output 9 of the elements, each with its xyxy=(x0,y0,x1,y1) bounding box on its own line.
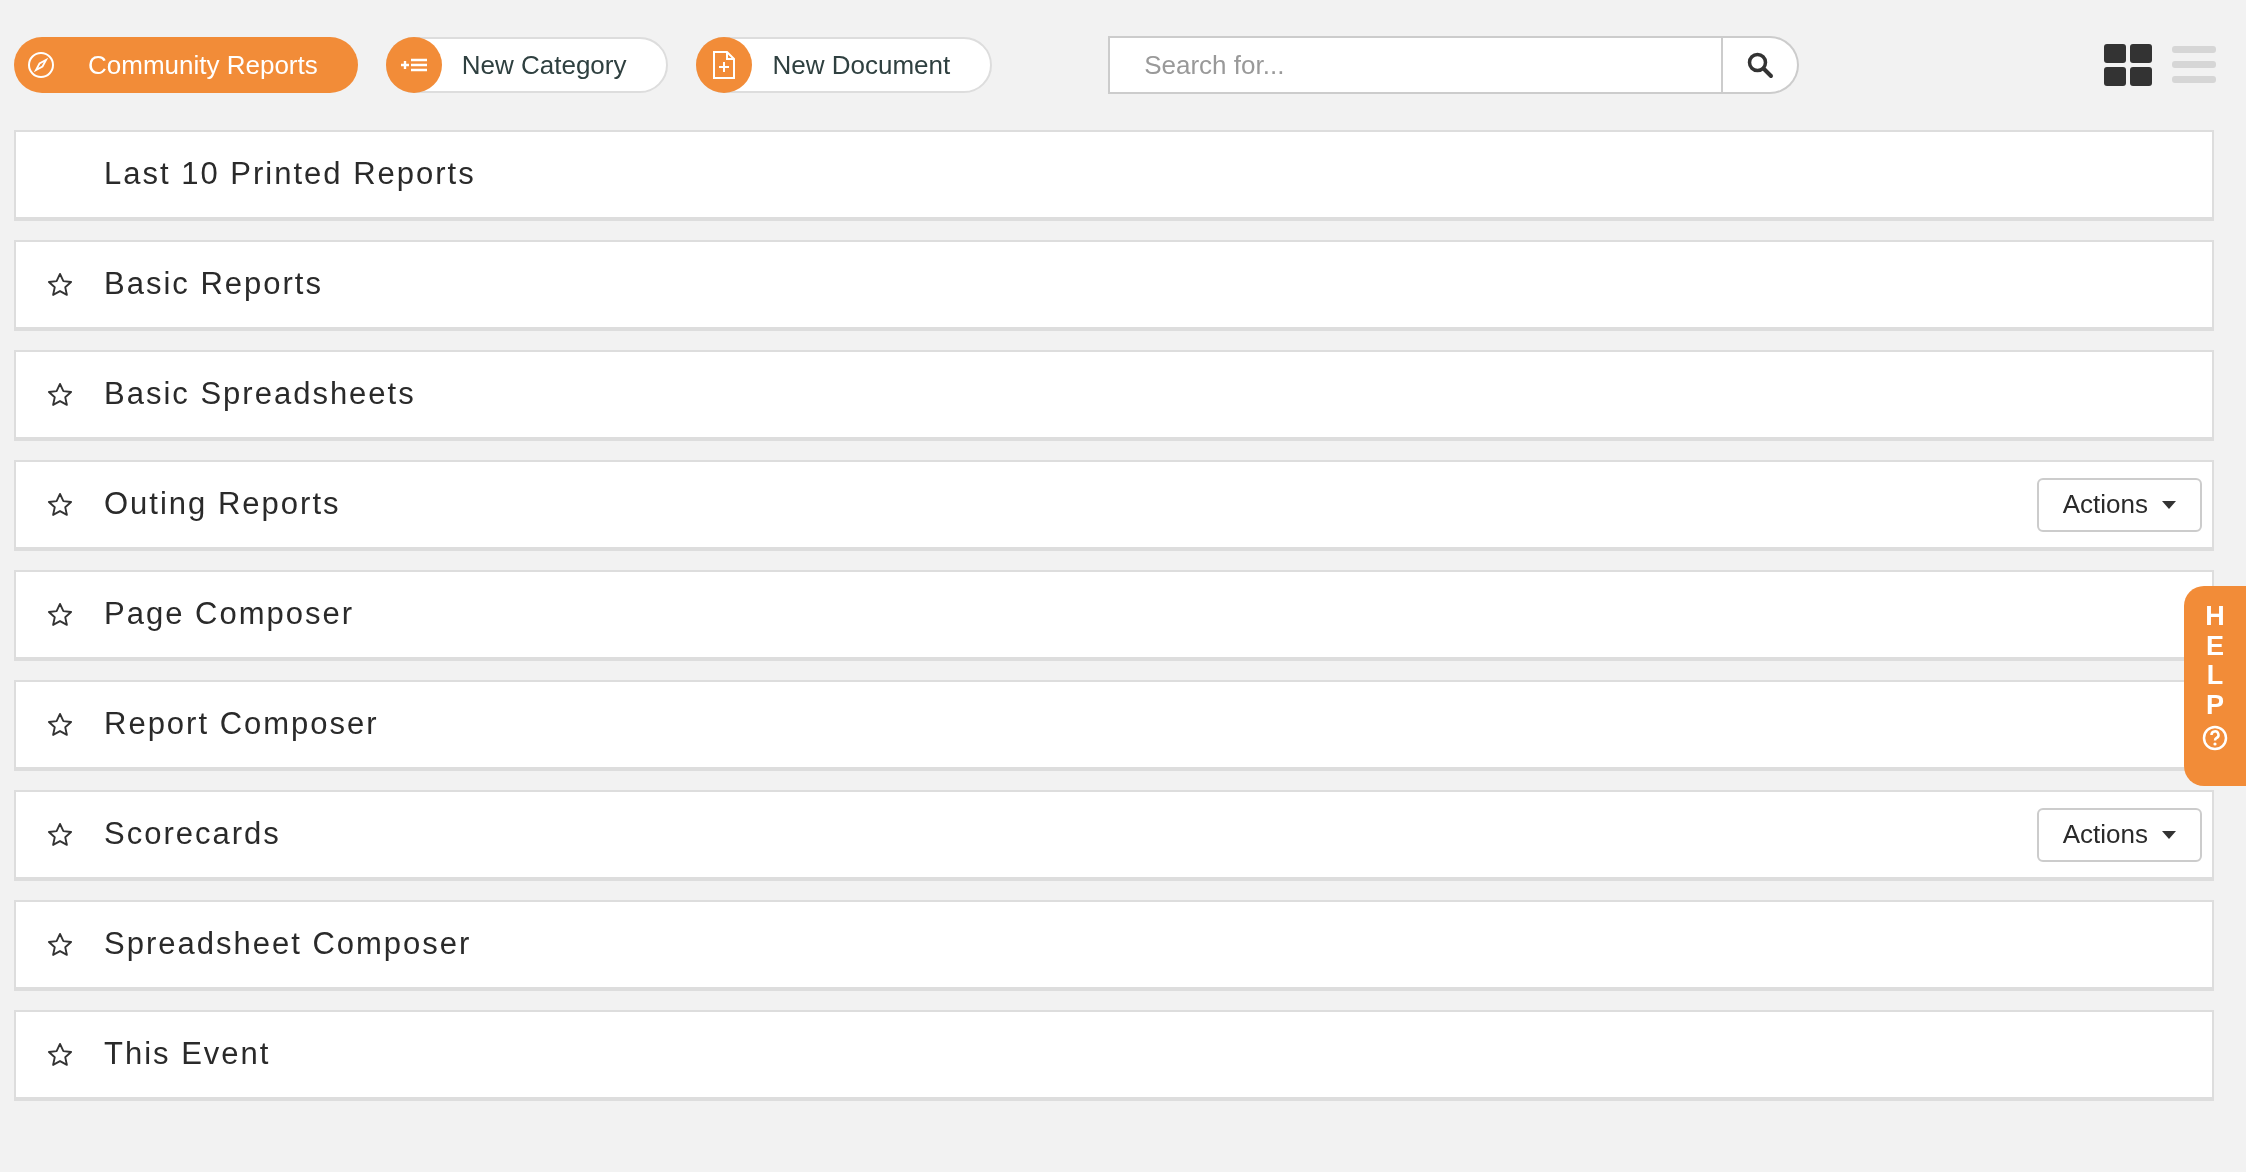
row-title: Report Composer xyxy=(104,705,379,744)
row-title: Scorecards xyxy=(104,815,281,854)
row-title: Basic Reports xyxy=(104,265,323,304)
row-title: Last 10 Printed Reports xyxy=(104,155,476,194)
row-title: This Event xyxy=(104,1035,271,1074)
row-title: Outing Reports xyxy=(104,485,341,524)
row-title: Basic Spreadsheets xyxy=(104,375,416,414)
row-title: Spreadsheet Composer xyxy=(104,925,472,964)
row-title: Page Composer xyxy=(104,595,354,634)
